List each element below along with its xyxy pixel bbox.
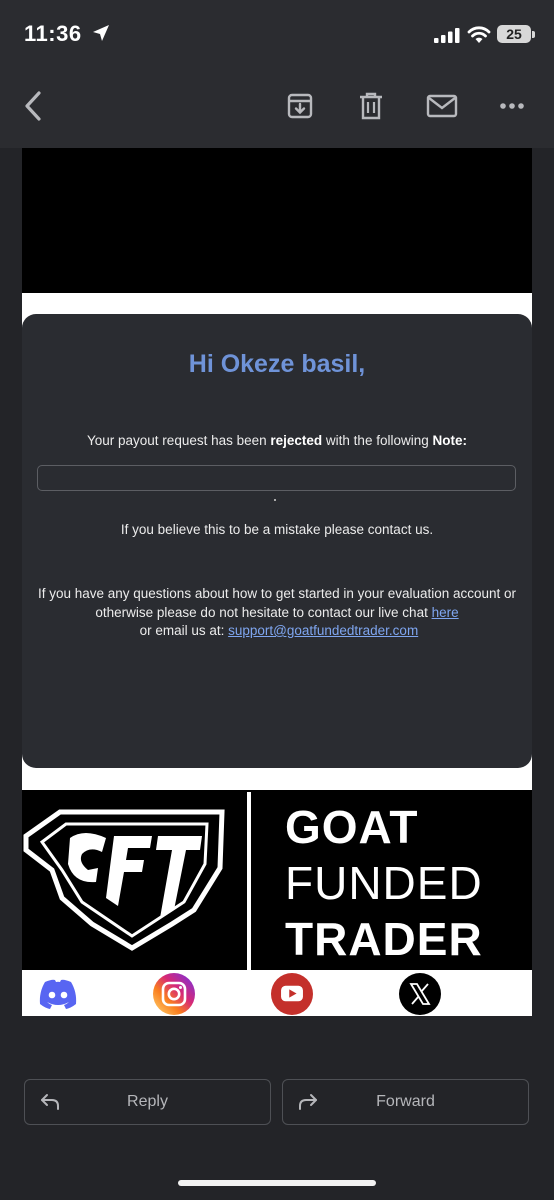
- signal-icon: [434, 28, 460, 43]
- youtube-icon: [271, 973, 313, 1015]
- greeting: Hi Okeze basil,: [188, 350, 366, 378]
- mistake-text: If you believe this to be a mistake plea…: [120, 522, 434, 537]
- wifi-icon: [467, 26, 491, 43]
- reply-button[interactable]: Reply: [24, 1079, 271, 1125]
- separator-dot: [274, 499, 276, 501]
- brand-word-goat: GOAT: [285, 801, 419, 853]
- more-button[interactable]: [492, 86, 532, 126]
- archive-icon: [287, 93, 313, 119]
- back-button[interactable]: [14, 86, 54, 126]
- status-word: rejected: [270, 433, 323, 448]
- status-bar: 11:36 25: [0, 0, 554, 64]
- x-icon: [399, 973, 441, 1015]
- banner-divider: [247, 792, 251, 970]
- mail-icon: [426, 94, 458, 118]
- header-image: [22, 148, 532, 293]
- back-icon: [25, 91, 41, 121]
- social-links: [22, 970, 532, 1016]
- support-email-link[interactable]: support@goatfundedtrader.com: [228, 623, 418, 638]
- youtube-link[interactable]: [271, 973, 313, 1015]
- discord-icon: [39, 979, 77, 1009]
- note-field: [37, 465, 516, 491]
- live-chat-link[interactable]: here: [432, 605, 459, 620]
- brand-banner: GOAT FUNDED TRADER: [22, 790, 532, 970]
- brand-word-trader: TRADER: [285, 913, 483, 965]
- discord-link[interactable]: [37, 973, 79, 1015]
- battery-icon: 25: [497, 25, 531, 43]
- x-link[interactable]: [399, 973, 441, 1015]
- home-indicator[interactable]: [178, 1180, 376, 1186]
- brand-word-funded: FUNDED: [285, 857, 483, 909]
- forward-button[interactable]: Forward: [282, 1079, 529, 1125]
- instagram-icon: [153, 973, 195, 1015]
- trash-icon: [360, 92, 382, 120]
- archive-button[interactable]: [280, 86, 320, 126]
- instagram-link[interactable]: [153, 973, 195, 1015]
- mark-unread-button[interactable]: [422, 86, 462, 126]
- questions-text: If you have any questions about how to g…: [37, 586, 517, 638]
- battery-cap: [532, 31, 535, 38]
- forward-label: Forward: [376, 1093, 435, 1110]
- note-label: Note:: [432, 433, 467, 448]
- rejection-message: Your payout request has been rejected wi…: [87, 433, 467, 448]
- message-card: Hi Okeze basil, Your payout request has …: [22, 314, 532, 768]
- location-arrow-icon: [93, 25, 109, 41]
- status-time: 11:36: [24, 21, 82, 46]
- reply-label: Reply: [127, 1093, 168, 1110]
- email-body: Hi Okeze basil, Your payout request has …: [22, 148, 532, 1016]
- delete-button[interactable]: [351, 86, 391, 126]
- email-toolbar: [0, 64, 554, 148]
- more-icon: [500, 103, 524, 109]
- battery-level: 25: [506, 26, 522, 42]
- gft-logo-icon: [23, 809, 225, 951]
